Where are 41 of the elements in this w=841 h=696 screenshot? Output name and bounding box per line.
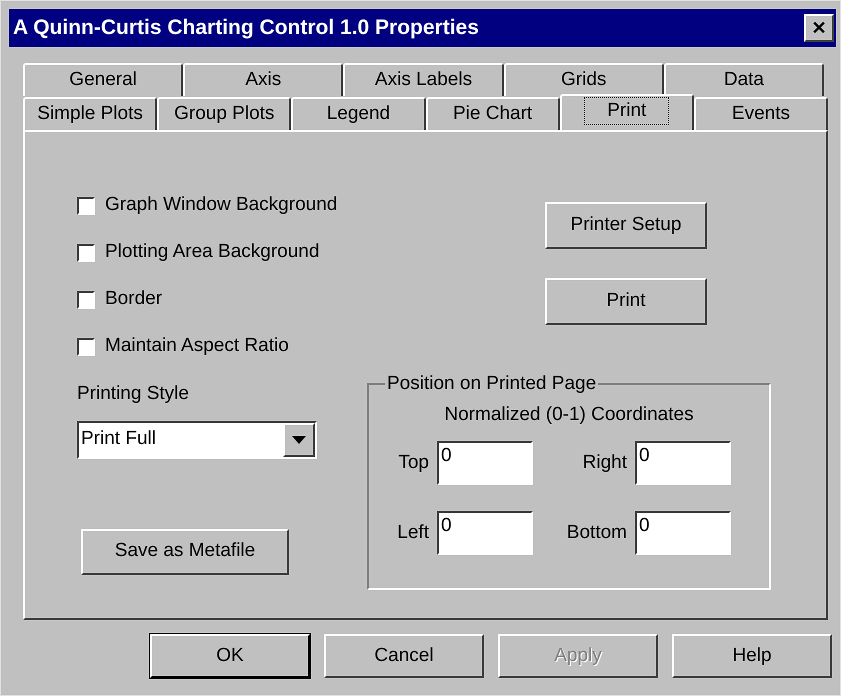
- window-title: A Quinn-Curtis Charting Control 1.0 Properties: [13, 15, 479, 42]
- coordinate-field[interactable]: 0: [635, 441, 731, 485]
- printing-style-label: Printing Style: [77, 382, 190, 406]
- caret-icon: [292, 436, 306, 444]
- field-label: Top: [397, 450, 430, 475]
- field-label: Right: [582, 450, 628, 475]
- tab[interactable]: Grids: [504, 63, 664, 96]
- save-metafile-button[interactable]: Save as Metafile: [81, 528, 289, 574]
- checkbox[interactable]: [77, 290, 95, 308]
- tab[interactable]: General: [23, 63, 184, 96]
- dialog-button[interactable]: Help: [672, 634, 832, 678]
- coordinate-field[interactable]: 0: [437, 511, 533, 555]
- action-button[interactable]: Print: [545, 278, 707, 325]
- dialog-button[interactable]: OK: [150, 634, 310, 678]
- checkbox-label: Border: [105, 287, 162, 312]
- tab[interactable]: Group Plots: [157, 97, 292, 130]
- checkbox-label: Graph Window Background: [105, 193, 338, 218]
- tab[interactable]: Print: [560, 94, 694, 130]
- checkbox[interactable]: [77, 338, 95, 356]
- printing-style-dropdown[interactable]: Print Full: [77, 420, 317, 458]
- checkbox[interactable]: [77, 244, 95, 262]
- tab[interactable]: Simple Plots: [23, 97, 158, 130]
- dialog-button[interactable]: Cancel: [324, 634, 484, 678]
- field-label: Bottom: [566, 520, 628, 545]
- tab[interactable]: Axis Labels: [343, 63, 504, 96]
- coordinate-field[interactable]: 0: [437, 441, 533, 485]
- coordinates-caption: Normalized (0-1) Coordinates: [443, 402, 695, 426]
- tab[interactable]: Legend: [291, 97, 426, 130]
- checkbox-label: Maintain Aspect Ratio: [105, 334, 289, 358]
- field-label: Left: [396, 520, 430, 545]
- tab[interactable]: Events: [694, 97, 828, 130]
- checkbox-label: Plotting Area Background: [105, 240, 320, 264]
- coordinate-field[interactable]: 0: [635, 511, 731, 555]
- dropdown-arrow-button[interactable]: [283, 422, 315, 456]
- tab[interactable]: Axis: [183, 63, 344, 96]
- tab[interactable]: Pie Chart: [426, 97, 560, 130]
- close-button[interactable]: ✕: [804, 14, 834, 42]
- tab[interactable]: Data: [664, 63, 824, 96]
- action-button[interactable]: Printer Setup: [545, 202, 707, 249]
- checkbox[interactable]: [77, 196, 95, 214]
- group-title: Position on Printed Page: [386, 372, 598, 396]
